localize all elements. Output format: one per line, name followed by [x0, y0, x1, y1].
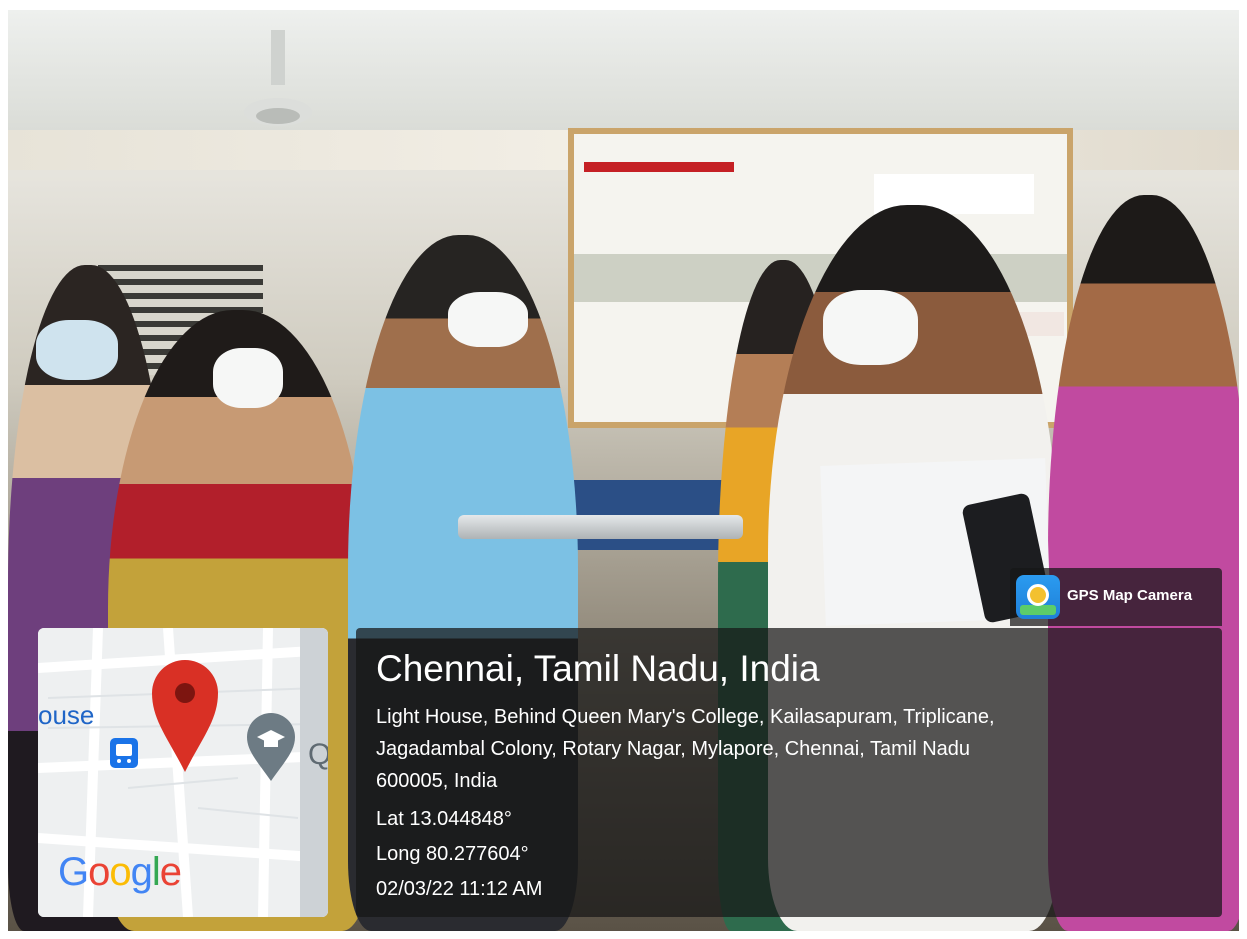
- ceiling-fan-icon: [244, 30, 312, 126]
- app-name: GPS Map Camera: [1067, 587, 1193, 604]
- face-mask: [213, 348, 283, 408]
- location-pin-icon: [152, 660, 218, 772]
- image-frame: ouse Q Google GPS Map Camera Chennai, Ta…: [0, 0, 1247, 939]
- map-pin-icon: [1016, 575, 1060, 619]
- graduation-cap-icon: [247, 713, 295, 781]
- location-info-panel: Chennai, Tamil Nadu, India Light House, …: [356, 628, 1222, 917]
- longitude: Long 80.277604°: [376, 843, 529, 865]
- map-partial-label: Q: [308, 738, 328, 771]
- map-place-label: ouse: [38, 700, 95, 730]
- tray: [458, 515, 743, 539]
- address-line: Jagadambal Colony, Rotary Nagar, Mylapor…: [376, 738, 971, 760]
- google-logo: Google: [58, 850, 182, 894]
- address-line: 600005, India: [376, 770, 498, 792]
- face-mask: [36, 320, 118, 380]
- city-title: Chennai, Tamil Nadu, India: [376, 648, 820, 689]
- date-time: 02/03/22 11:12 AM: [376, 878, 543, 900]
- face-mask: [823, 290, 918, 365]
- map-thumbnail: ouse Q Google: [38, 628, 328, 917]
- latitude: Lat 13.044848°: [376, 808, 512, 830]
- gps-map-camera-tag: GPS Map Camera: [1010, 568, 1222, 626]
- address-line: Light House, Behind Queen Mary's College…: [376, 706, 995, 728]
- bus-stop-icon: [110, 738, 138, 768]
- face-mask: [448, 292, 528, 347]
